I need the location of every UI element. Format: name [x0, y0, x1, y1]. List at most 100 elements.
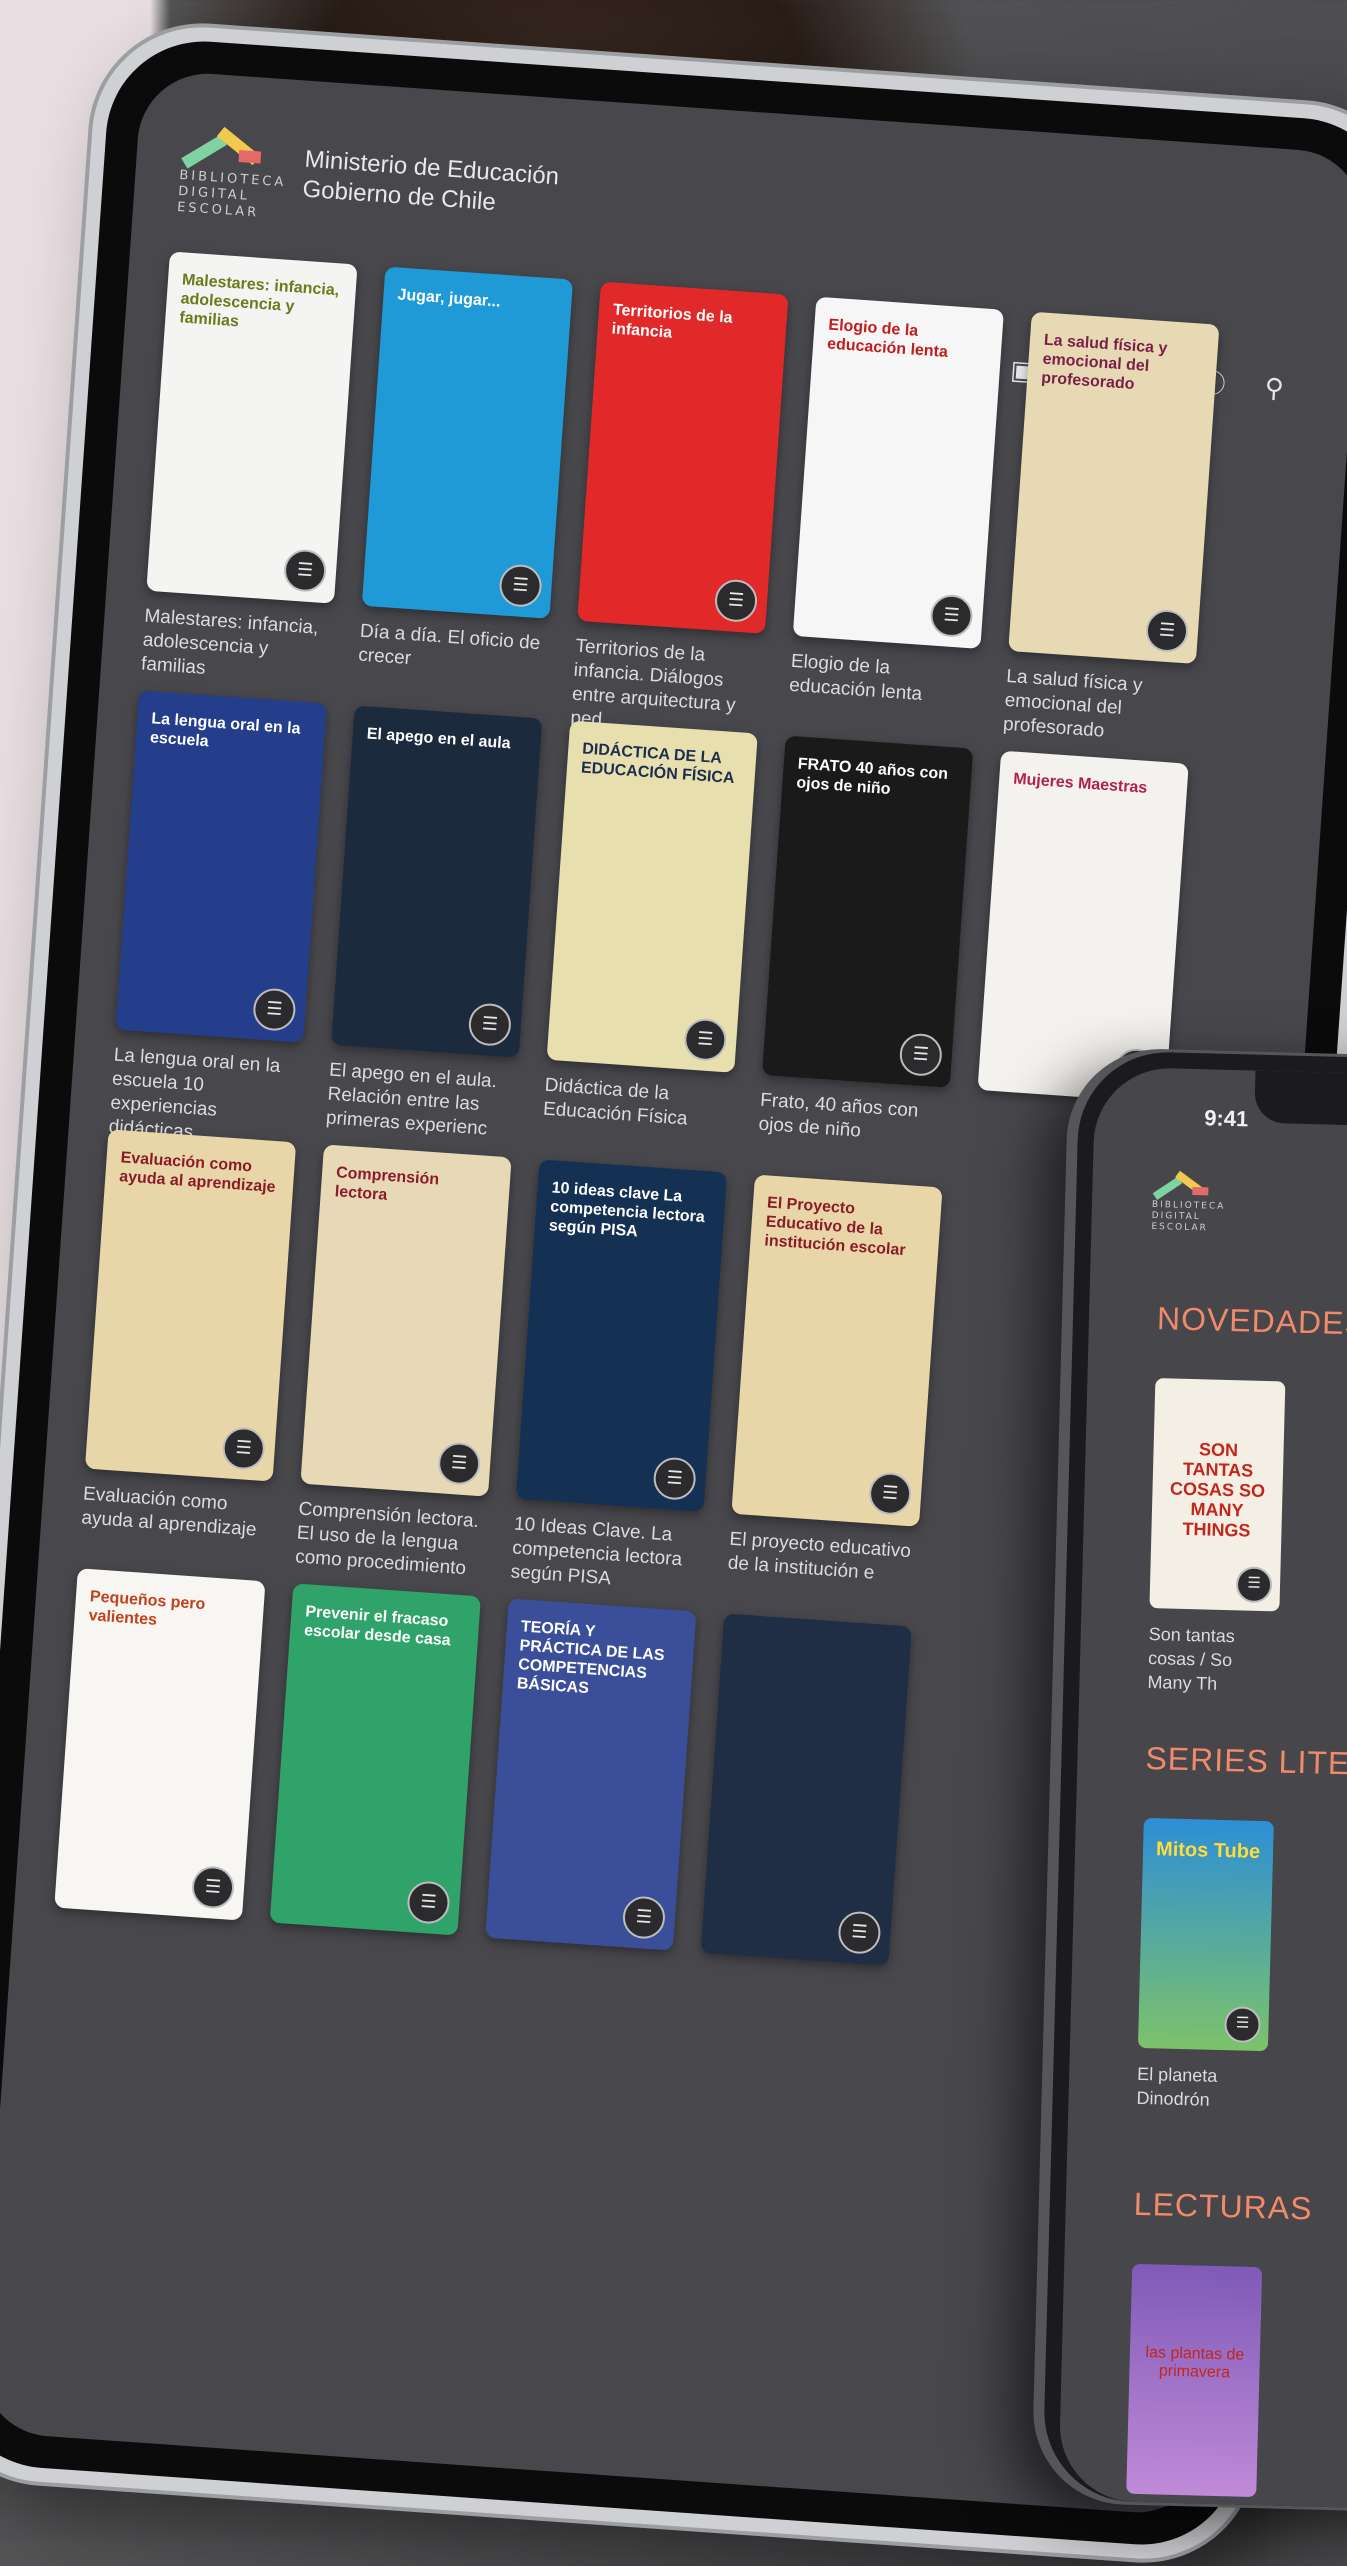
- book-title: Elogio de la educación lenta: [788, 650, 923, 705]
- book-cover: Prevenir el fracaso escolar desde casa ☰: [269, 1583, 481, 1936]
- book-card[interactable]: Prevenir el fracaso escolar desde casa ☰: [269, 1583, 481, 1949]
- reader-icon: ☰: [1144, 608, 1190, 654]
- book-card[interactable]: DIDÁCTICA DE LA EDUCACIÓN FÍSICA ☰ Didácti…: [539, 720, 758, 1183]
- book-cover: 10 ideas clave La competencia lectora se…: [515, 1159, 728, 1512]
- book-card[interactable]: TEORÍA Y PRÁCTICA DE LAS COMPETENCIAS BÁ…: [484, 1598, 697, 1965]
- reader-icon: ☰: [498, 563, 543, 609]
- book-cover-text: TEORÍA Y PRÁCTICA DE LAS COMPETENCIAS BÁ…: [516, 1618, 666, 1698]
- book-cover-text: El Proyecto Educativo de la institución …: [763, 1194, 907, 1260]
- phone-notch: [1254, 1070, 1347, 1130]
- book-card[interactable]: Elogio de la educación lenta ☰ Elogio de l…: [785, 296, 1004, 759]
- book-cover-text: [737, 1632, 897, 1643]
- book-card[interactable]: Pequeños pero valientes ☰: [53, 1568, 266, 1934]
- book-title: [484, 1952, 672, 1965]
- reader-icon: ☰: [652, 1456, 698, 1502]
- reader-icon: ☰: [221, 1426, 267, 1471]
- reader-icon: ☰: [406, 1880, 451, 1925]
- book-cover-text: FRATO 40 años con ojos de niño: [795, 755, 949, 798]
- reader-icon: ☰: [467, 1002, 513, 1048]
- phone-book-cover-text: SON TANTAS COSAS SO MANY THINGS: [1169, 1439, 1266, 1541]
- biblioteca-logo[interactable]: BIBLIOTECA DIGITAL ESCOLAR: [176, 120, 293, 237]
- book-cover-text: El apego en el aula: [366, 725, 512, 753]
- book-cover-text: Malestares: infancia, adolescencia y fam…: [178, 271, 340, 331]
- book-cover: Jugar, jugar... ☰: [361, 266, 574, 619]
- book-title: Comprensión lectora. El uso de la lengua…: [294, 1498, 480, 1580]
- book-row: Malestares: infancia, adolescencia y fam…: [139, 251, 1220, 773]
- book-card[interactable]: El Proyecto Educativo de la institución …: [725, 1174, 943, 1613]
- phone-book-title: Son tantas cosas / So Many Th: [1147, 1624, 1236, 1694]
- phone-book-cover: SON TANTAS COSAS SO MANY THINGS ☰: [1149, 1378, 1286, 1612]
- reader-icon: ☰: [898, 1032, 944, 1078]
- phone-book-cover: Mitos Tube ☰: [1137, 1817, 1274, 2052]
- book-title: La salud física y emocional del profesor…: [1002, 665, 1144, 742]
- phone-book-cover-text: Mitos Tube: [1155, 1838, 1261, 1863]
- reader-icon: ☰: [929, 593, 974, 639]
- book-cover: La lengua oral en la escuela ☰: [115, 690, 327, 1043]
- section-novedades[interactable]: NOVEDADES: [1157, 1300, 1347, 1342]
- reader-icon: ☰: [1224, 2006, 1262, 2044]
- book-cover: ☰: [700, 1613, 912, 1966]
- book-title: Frato, 40 años con ojos de niño: [757, 1089, 920, 1142]
- book-cover-text: Elogio de la educación lenta: [826, 316, 949, 361]
- book-cover-text: Jugar, jugar...: [396, 286, 502, 311]
- book-row: Evaluación como ayuda al aprendizaje ☰ Eva…: [79, 1129, 943, 1612]
- book-title: Didáctica de la Educación Física: [542, 1074, 689, 1130]
- phone-logo[interactable]: BIBLIOTECA DIGITAL ESCOLAR: [1151, 1168, 1233, 1240]
- status-time: 9:41: [1203, 1105, 1249, 1132]
- phone-book-cover-text: las plantas de primavera: [1145, 2344, 1245, 2382]
- book-cover-text: Evaluación como ayuda al aprendizaje: [118, 1149, 277, 1197]
- book-card[interactable]: Territorios de la infancia ☰ Territorios d…: [570, 281, 789, 744]
- phone-book-card[interactable]: SON TANTAS COSAS SO MANY THINGS ☰ Son ta…: [1147, 1378, 1286, 1697]
- book-card[interactable]: FRATO 40 años con ojos de niño ☰ Frato, 40…: [754, 735, 974, 1198]
- book-card[interactable]: La lengua oral en la escuela ☰ La lengua o…: [108, 690, 327, 1152]
- book-title: Evaluación como ayuda al aprendizaje: [80, 1483, 258, 1541]
- book-cover: El apego en el aula ☰: [331, 705, 543, 1058]
- search-icon[interactable]: ⚲: [1256, 370, 1292, 406]
- book-card[interactable]: Comprensión lectora ☰ Comprensión lectora.…: [294, 1144, 512, 1582]
- book-card[interactable]: Malestares: infancia, adolescencia y fam…: [139, 251, 358, 713]
- book-card[interactable]: Jugar, jugar... ☰ Día a día. El oficio de …: [354, 266, 574, 729]
- book-cover: DIDÁCTICA DE LA EDUCACIÓN FÍSICA ☰: [546, 720, 758, 1073]
- book-card[interactable]: Evaluación como ayuda al aprendizaje ☰ Eva…: [79, 1129, 297, 1567]
- book-cover-text: 10 ideas clave La competencia lectora se…: [548, 1179, 706, 1241]
- book-card[interactable]: ☰: [700, 1613, 912, 1979]
- book-title: Malestares: infancia, adolescencia y fam…: [140, 605, 320, 679]
- book-row: La lengua oral en la escuela ☰ La lengua o…: [108, 690, 1189, 1212]
- logo-text: BIBLIOTECA DIGITAL ESCOLAR: [176, 167, 287, 221]
- book-title: El apego en el aula. Relación entre las …: [325, 1059, 498, 1140]
- reader-icon: ☰: [436, 1441, 482, 1486]
- book-title: Día a día. El oficio de crecer: [357, 620, 541, 670]
- book-cover: FRATO 40 años con ojos de niño ☰: [762, 735, 974, 1088]
- book-row: Pequeños pero valientes ☰ Prevenir el frac…: [53, 1568, 912, 1979]
- book-cover-text: Territorios de la infancia: [611, 301, 734, 342]
- book-card[interactable]: El apego en el aula ☰ El apego en el aula.…: [323, 705, 543, 1167]
- phone-book-cover: las plantas de primavera: [1126, 2263, 1263, 2498]
- phone-device: 9:41 BIBLIOTECA DIGITAL ESCOLAR NOVEDADE…: [1042, 1050, 1347, 2514]
- book-title: [269, 1936, 457, 1949]
- book-card[interactable]: La salud física y emocional del profesor…: [1001, 311, 1220, 774]
- book-title: El proyecto educativo de la institución …: [727, 1528, 912, 1584]
- book-title: [700, 1967, 888, 1980]
- phone-book-card[interactable]: Mitos Tube ☰ El planeta Dinodrón: [1136, 1817, 1274, 2113]
- phone-book-card[interactable]: las plantas de primavera: [1126, 2263, 1263, 2498]
- book-cover-text: Pequeños pero valientes: [88, 1588, 206, 1629]
- book-cover-text: La lengua oral en la escuela: [149, 710, 301, 751]
- book-cover: Pequeños pero valientes ☰: [54, 1568, 266, 1921]
- section-lecturas[interactable]: LECTURAS: [1133, 2186, 1313, 2228]
- book-cover: Malestares: infancia, adolescencia y fam…: [146, 251, 358, 604]
- reader-icon: ☰: [282, 548, 328, 594]
- phone-screen: 9:41 BIBLIOTECA DIGITAL ESCOLAR NOVEDADE…: [1058, 1066, 1347, 2514]
- phone-book-title: El planeta Dinodrón: [1136, 2063, 1218, 2110]
- reader-icon: ☰: [251, 987, 297, 1032]
- book-card[interactable]: 10 ideas clave La competencia lectora se…: [510, 1159, 728, 1597]
- section-series[interactable]: SERIES LITERARIAS: [1145, 1740, 1347, 1786]
- book-cover: Mujeres Maestras☰: [977, 750, 1189, 1103]
- reader-icon: ☰: [837, 1910, 882, 1956]
- reader-icon: ☰: [1235, 1566, 1273, 1604]
- reader-icon: ☰: [190, 1865, 236, 1910]
- book-cover: Evaluación como ayuda al aprendizaje ☰: [84, 1129, 297, 1482]
- book-title: [53, 1921, 241, 1934]
- book-title: 10 Ideas Clave. La competencia lectora s…: [510, 1513, 683, 1590]
- book-cover-text: Comprensión lectora: [334, 1164, 440, 1204]
- book-cover: Territorios de la infancia ☰: [577, 281, 789, 634]
